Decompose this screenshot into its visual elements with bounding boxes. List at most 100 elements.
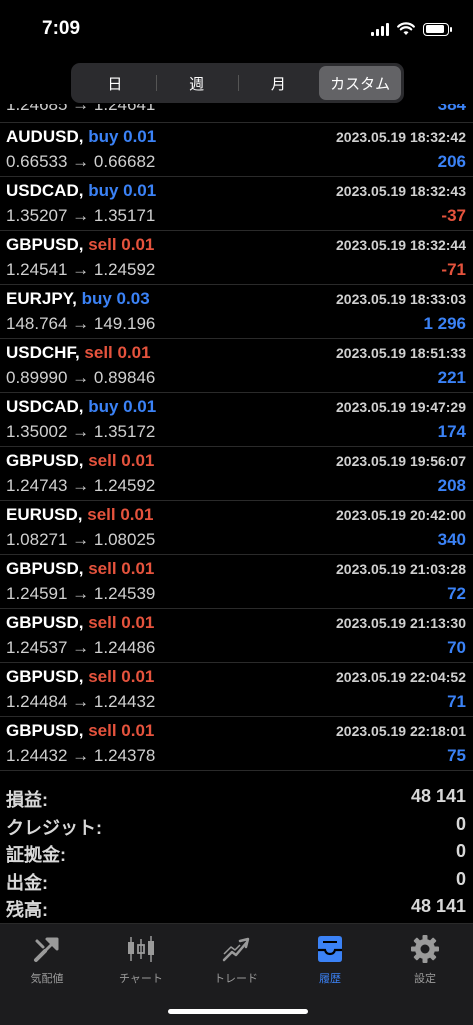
- summary-credit: クレジット: 0: [0, 812, 473, 840]
- list-item[interactable]: EURUSD, sell 0.01 2023.05.19 20:42:00 1.08…: [0, 501, 473, 555]
- quotes-icon: [34, 937, 59, 962]
- list-item[interactable]: GBPUSD, sell 0.01 2023.05.19 22:18:01 1.24…: [0, 717, 473, 771]
- trade-side-volume: sell 0.01: [88, 559, 155, 578]
- trade-pair: USDCAD,: [6, 181, 84, 200]
- tab-label: 履歴: [319, 973, 341, 985]
- trade-profit: 70: [447, 638, 466, 657]
- list-item[interactable]: GBPUSD, sell 0.01 2023.05.19 18:32:44 1.24…: [0, 231, 473, 285]
- wifi-icon: [397, 22, 415, 35]
- list-item[interactable]: GBPUSD, sell 0.01 2023.05.19 19:56:07 1.24…: [0, 447, 473, 501]
- trade-side-volume: sell 0.01: [88, 235, 155, 254]
- tab-label: 設定: [414, 973, 436, 985]
- trade-profit: 208: [437, 476, 466, 495]
- battery-icon: [423, 22, 452, 36]
- status-bar: 7:09: [0, 0, 473, 58]
- trade-prices: 1.24537 → 1.24486: [6, 638, 156, 657]
- trade-prices: 1.24685 → 1.24641: [6, 104, 156, 114]
- trade-symbol: USDCAD, buy 0.01: [6, 181, 156, 201]
- trade-side-volume: sell 0.01: [88, 613, 155, 632]
- trade-prices: 1.24743 → 1.24592: [6, 476, 156, 495]
- summary-value: 48 141: [410, 896, 466, 916]
- trade-history-list[interactable]: 1.24685 → 1.24641 384 AUDUSD, buy 0.01 20…: [0, 104, 473, 771]
- trade-pair: GBPUSD,: [6, 613, 84, 632]
- trade-side-volume: sell 0.01: [84, 343, 151, 362]
- tab-chart[interactable]: チャート: [101, 932, 181, 986]
- period-segmented-control: 日 週 月 カスタム: [71, 63, 404, 103]
- trade-time: 2023.05.19 22:04:52: [336, 669, 466, 685]
- summary-value: 0: [455, 868, 466, 889]
- cellular-signal-icon: [371, 22, 389, 36]
- trade-time: 2023.05.19 19:47:29: [336, 399, 466, 415]
- segment-custom[interactable]: カスタム: [319, 66, 401, 100]
- home-indicator[interactable]: [168, 1009, 308, 1014]
- trade-prices: 0.89990 → 0.89846: [6, 368, 156, 387]
- trade-time: 2023.05.19 19:56:07: [336, 453, 466, 469]
- list-item[interactable]: USDCAD, buy 0.01 2023.05.19 19:47:29 1.350…: [0, 393, 473, 447]
- trade-time: 2023.05.19 18:32:42: [336, 129, 466, 145]
- list-item[interactable]: GBPUSD, sell 0.01 2023.05.19 21:03:28 1.24…: [0, 555, 473, 609]
- trade-prices: 1.08271 → 1.08025: [6, 530, 156, 549]
- summary-balance: 残高: 48 141: [0, 894, 473, 922]
- trade-prices: 1.24591 → 1.24539: [6, 584, 156, 603]
- list-item[interactable]: GBPUSD, sell 0.01 2023.05.19 21:13:30 1.24…: [0, 609, 473, 663]
- trade-pair: USDCAD,: [6, 397, 84, 416]
- trade-pair: GBPUSD,: [6, 559, 84, 578]
- segment-month[interactable]: 月: [237, 66, 320, 100]
- trade-time: 2023.05.19 21:03:28: [336, 561, 466, 577]
- trade-pair: GBPUSD,: [6, 667, 84, 686]
- summary-value: 48 141: [410, 786, 466, 806]
- trade-pair: EURJPY,: [6, 289, 77, 308]
- tab-label: チャート: [119, 973, 163, 985]
- summary-label: 損益:: [6, 790, 48, 810]
- trade-profit: 206: [437, 152, 466, 171]
- tab-trade[interactable]: トレード: [196, 932, 276, 986]
- trade-side-volume: buy 0.01: [88, 127, 157, 146]
- trade-pair: GBPUSD,: [6, 451, 84, 470]
- trade-prices: 148.764 → 149.196: [6, 314, 156, 333]
- tab-quotes[interactable]: 気配値: [7, 932, 87, 986]
- trade-prices: 1.24484 → 1.24432: [6, 692, 156, 711]
- trade-prices: 1.24432 → 1.24378: [6, 746, 156, 765]
- list-item[interactable]: USDCAD, buy 0.01 2023.05.19 18:32:43 1.352…: [0, 177, 473, 231]
- summary-label: 出金:: [6, 872, 48, 893]
- trade-prices: 1.24541 → 1.24592: [6, 260, 156, 279]
- summary-withdrawal: 出金: 0: [0, 867, 473, 895]
- list-item[interactable]: USDCHF, sell 0.01 2023.05.19 18:51:33 0.89…: [0, 339, 473, 393]
- gear-icon: [411, 935, 439, 963]
- tab-settings[interactable]: 設定: [385, 932, 465, 986]
- trade-time: 2023.05.19 18:32:44: [336, 237, 466, 253]
- summary-label: 残高:: [6, 900, 48, 920]
- trade-time: 2023.05.19 18:51:33: [336, 345, 466, 361]
- trade-symbol: EURUSD, sell 0.01: [6, 505, 153, 525]
- trade-pair: EURUSD,: [6, 505, 83, 524]
- trade-symbol: USDCAD, buy 0.01: [6, 397, 156, 417]
- summary-profit: 損益: 48 141: [0, 784, 473, 812]
- trade-symbol: USDCHF, sell 0.01: [6, 343, 151, 363]
- status-time: 7:09: [42, 18, 81, 39]
- trade-symbol: GBPUSD, sell 0.01: [6, 235, 154, 255]
- tab-label: トレード: [214, 973, 258, 985]
- list-item[interactable]: GBPUSD, sell 0.01 2023.05.19 22:04:52 1.24…: [0, 663, 473, 717]
- trade-symbol: GBPUSD, sell 0.01: [6, 667, 154, 687]
- trade-symbol: EURJPY, buy 0.03: [6, 289, 150, 309]
- trade-profit: -37: [441, 206, 466, 225]
- trade-time: 2023.05.19 21:13:30: [336, 615, 466, 631]
- list-item[interactable]: EURJPY, buy 0.03 2023.05.19 18:33:03 148.7…: [0, 285, 473, 339]
- candlestick-chart-icon: [128, 936, 154, 962]
- trade-pair: USDCHF,: [6, 343, 80, 362]
- summary-value: 0: [455, 841, 466, 861]
- segment-week[interactable]: 週: [155, 66, 238, 100]
- summary-deposit: 証拠金: 0: [0, 839, 473, 867]
- trade-side-volume: buy 0.03: [81, 289, 150, 308]
- tab-history[interactable]: 履歴: [290, 932, 370, 986]
- trade-prices: 0.66533 → 0.66682: [6, 152, 156, 171]
- status-icons: [371, 22, 452, 36]
- trade-symbol: GBPUSD, sell 0.01: [6, 613, 154, 633]
- segment-day[interactable]: 日: [74, 66, 156, 100]
- list-item-partial[interactable]: 1.24685 → 1.24641 384: [0, 104, 473, 123]
- trade-profit: 75: [447, 746, 466, 765]
- list-item[interactable]: AUDUSD, buy 0.01 2023.05.19 18:32:42 0.665…: [0, 123, 473, 177]
- trade-side-volume: sell 0.01: [88, 721, 155, 740]
- trade-pair: AUDUSD,: [6, 127, 84, 146]
- trade-symbol: GBPUSD, sell 0.01: [6, 559, 154, 579]
